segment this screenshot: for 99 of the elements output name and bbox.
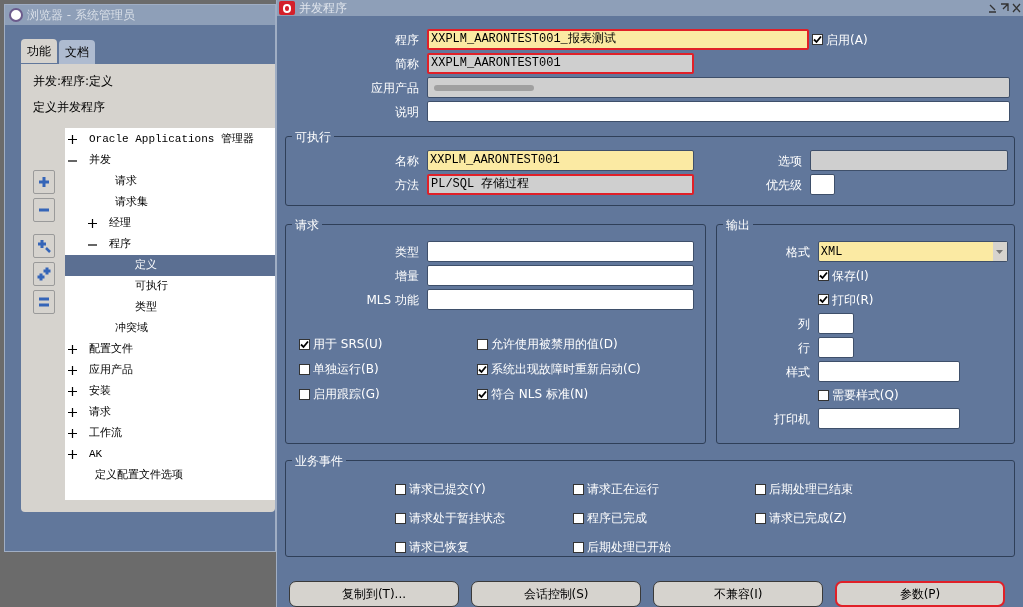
tree-item[interactable]: AK [65, 444, 275, 465]
checkbox[interactable]: 单独运行(B) [299, 360, 477, 378]
window-controls-icon [987, 2, 1021, 14]
checkbox[interactable]: 程序已完成 [573, 509, 755, 527]
tree-item[interactable]: 应用产品 [65, 360, 275, 381]
tree-item[interactable]: 冲突域 [65, 318, 275, 339]
input-field[interactable] [817, 313, 854, 334]
field-label: 名称 [394, 152, 420, 170]
checkbox[interactable]: 启用(A) [812, 30, 868, 49]
expand-icon [68, 429, 77, 438]
action-button[interactable]: 复制到(T)... [289, 581, 459, 607]
tab[interactable]: 文档 [59, 40, 95, 64]
input-field[interactable]: PL/SQL 存储过程 [427, 174, 694, 195]
input-field[interactable] [427, 101, 1010, 122]
field-label: 优先级 [765, 176, 803, 194]
field-label: 列 [796, 315, 811, 333]
expand-icon [68, 345, 77, 354]
input-field[interactable] [427, 241, 694, 262]
breadcrumb: 并发:程序:定义 [33, 73, 115, 90]
checkbox[interactable]: 请求已恢复 [395, 538, 573, 556]
checkbox[interactable]: 保存(I) [817, 266, 869, 285]
field-label: 行 [796, 339, 811, 357]
field-label: 增量 [394, 267, 420, 285]
checkbox[interactable]: 用于 SRS(U) [299, 335, 477, 353]
tree-item[interactable]: 工作流 [65, 423, 275, 444]
expand-icon [68, 450, 77, 459]
checkbox[interactable]: 后期处理已结束 [755, 480, 1014, 498]
group-title: 输出 [722, 216, 753, 234]
group-title: 请求 [292, 216, 322, 234]
collapse-icon [88, 243, 97, 246]
expand-icon [68, 366, 77, 375]
tree-item[interactable]: Oracle Applications 管理器 [65, 129, 275, 150]
group-title: 业务事件 [292, 452, 346, 470]
input-field[interactable]: XXPLM_AARONTEST001 [427, 53, 694, 74]
field-label: 应用产品 [370, 79, 420, 97]
field-label: 类型 [394, 243, 420, 261]
input-field[interactable] [817, 337, 854, 358]
collapse-icon [68, 159, 77, 162]
input-field[interactable] [427, 289, 694, 310]
tree-item[interactable]: 程序 [65, 234, 275, 255]
field-label: 样式 [784, 363, 811, 381]
checkbox[interactable]: 需要样式(Q) [817, 386, 899, 404]
action-button[interactable]: 不兼容(I) [653, 581, 823, 607]
expand-icon [68, 135, 77, 144]
field-label: 打印机 [772, 410, 811, 428]
window-title: 浏览器 - 系统管理员 [27, 7, 135, 24]
expand-icon [68, 408, 77, 417]
tree-item[interactable]: 定义 [65, 255, 275, 276]
tree-item[interactable]: 经理 [65, 213, 275, 234]
field-label: 格式 [784, 243, 811, 261]
tab[interactable]: 功能 [21, 39, 57, 63]
field-label: 程序 [394, 31, 420, 49]
action-button[interactable]: 会话控制(S) [471, 581, 641, 607]
app-icon [9, 8, 23, 22]
window-title: 并发程序 [299, 0, 348, 17]
field-label: 简称 [394, 55, 420, 73]
expand-icon [88, 219, 97, 228]
tree-item[interactable]: 安装 [65, 381, 275, 402]
input-field[interactable] [427, 77, 1010, 98]
app-icon [279, 1, 295, 15]
tree-item[interactable]: 请求集 [65, 192, 275, 213]
field-label: 方法 [394, 176, 420, 194]
tree-item[interactable]: 请求 [65, 402, 275, 423]
expand-icon [68, 387, 77, 396]
input-field[interactable] [817, 408, 960, 429]
action-button[interactable]: 参数(P) [835, 581, 1005, 607]
input-field[interactable] [810, 150, 1008, 171]
checkbox[interactable]: 请求处于暂挂状态 [395, 509, 573, 527]
checkbox[interactable]: 请求正在运行 [573, 480, 755, 498]
group-title: 可执行 [292, 128, 334, 146]
field-label: MLS 功能 [365, 291, 420, 309]
checkbox[interactable]: 允许使用被禁用的值(D) [477, 335, 705, 353]
checkbox[interactable]: 请求已提交(Y) [395, 480, 573, 498]
input-field[interactable] [810, 174, 835, 195]
checkbox[interactable]: 符合 NLS 标准(N) [477, 385, 705, 403]
tree-item[interactable]: 定义配置文件选项 [65, 465, 275, 486]
checkbox[interactable]: 打印(R) [817, 290, 874, 309]
checkbox[interactable]: 启用跟踪(G) [299, 385, 477, 403]
checkbox[interactable]: 系统出现故障时重新启动(C) [477, 360, 705, 378]
expand-branch-icon[interactable] [33, 234, 55, 258]
function-description: 定义并发程序 [33, 99, 106, 116]
collapse-all-icon[interactable] [33, 290, 55, 314]
checkbox[interactable]: 请求已完成(Z) [755, 509, 1014, 527]
input-field[interactable]: XXPLM_AARONTEST001 [427, 150, 694, 171]
input-field[interactable]: XXPLM_AARONTEST001_报表测试 [427, 29, 809, 50]
format-dropdown[interactable]: XML [817, 241, 1008, 262]
tree-item[interactable]: 类型 [65, 297, 275, 318]
tree-item[interactable]: 可执行 [65, 276, 275, 297]
input-field[interactable] [427, 265, 694, 286]
field-label: 说明 [394, 103, 420, 121]
expand-all-icon[interactable] [33, 262, 55, 286]
tree-item[interactable]: 配置文件 [65, 339, 275, 360]
field-label: 选项 [777, 152, 803, 170]
collapse-icon[interactable] [33, 198, 55, 222]
tree-item[interactable]: 并发 [65, 150, 275, 171]
input-field[interactable] [817, 361, 960, 382]
expand-icon[interactable] [33, 170, 55, 194]
tree-item[interactable]: 请求 [65, 171, 275, 192]
checkbox[interactable]: 后期处理已开始 [573, 538, 755, 556]
